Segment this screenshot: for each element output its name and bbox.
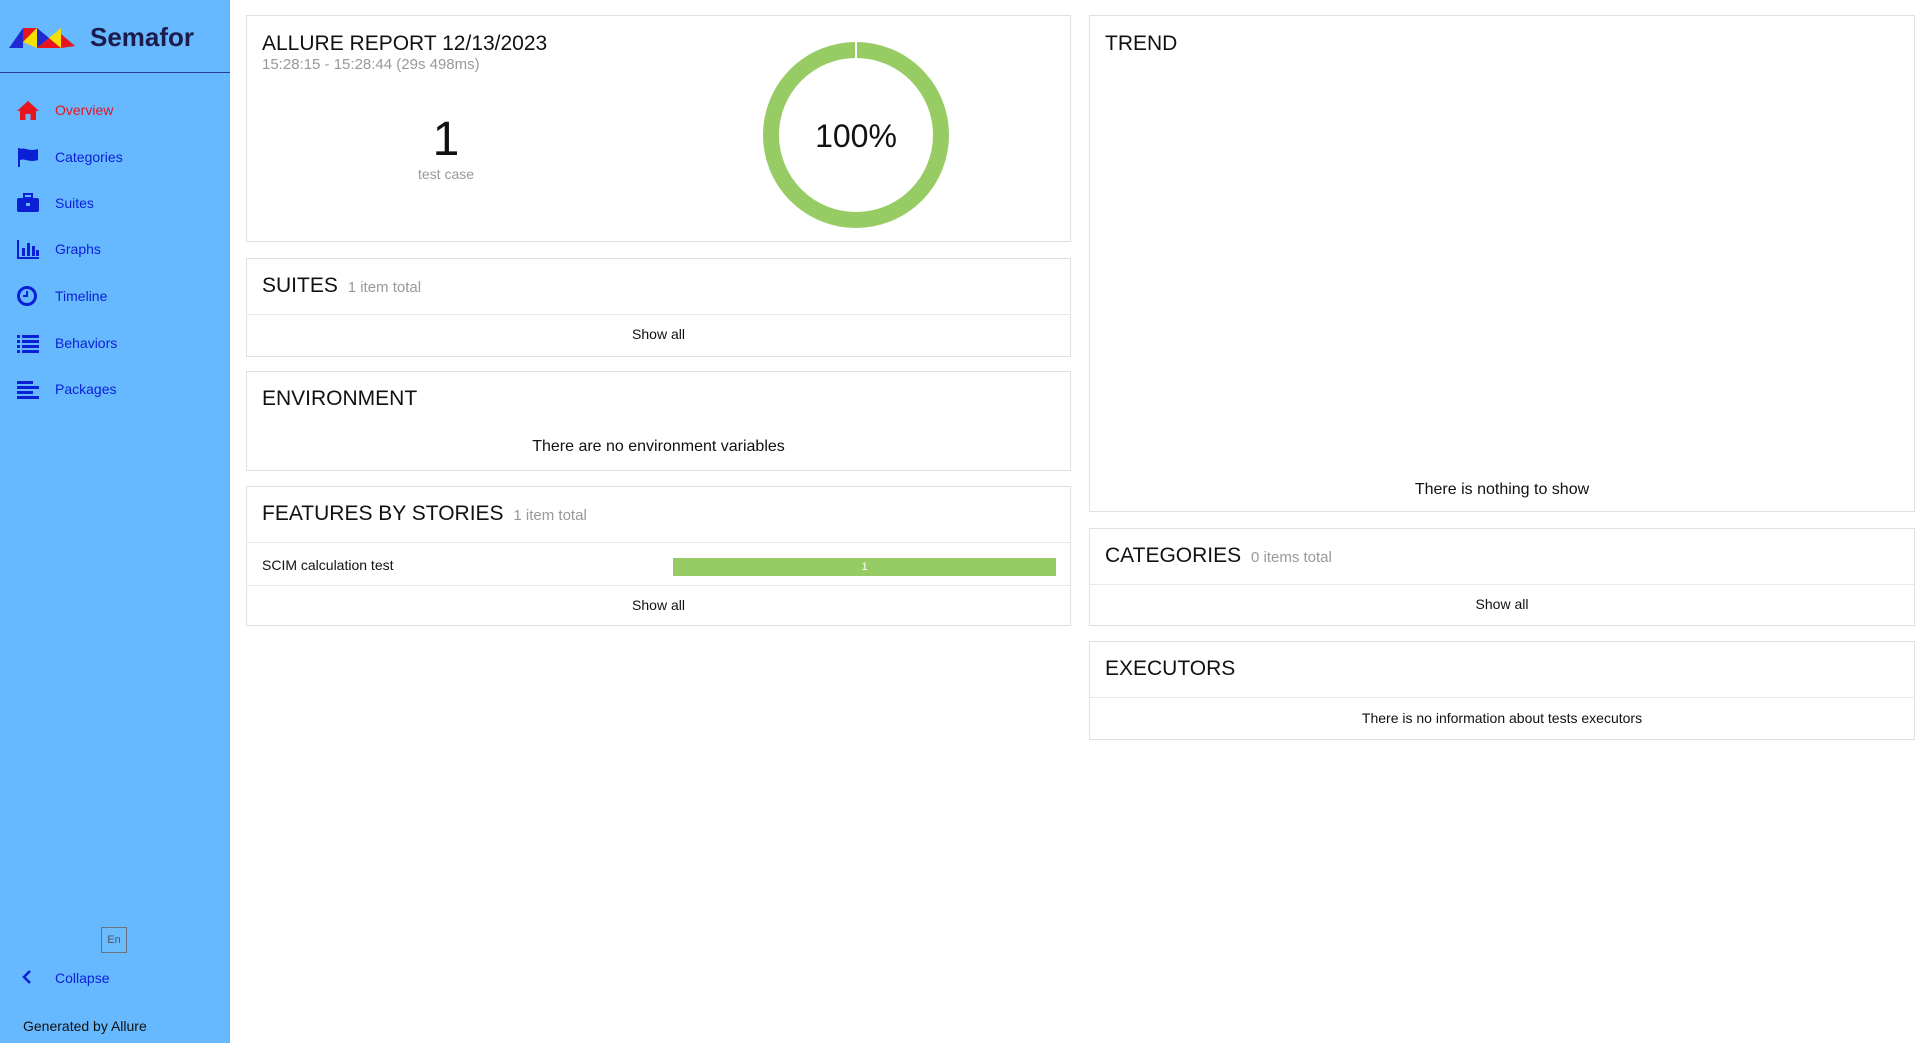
sidebar-item-suites[interactable]: Suites bbox=[0, 181, 230, 225]
collapse-label: Collapse bbox=[55, 970, 110, 986]
feature-name: SCIM calculation test bbox=[262, 557, 394, 573]
sidebar-item-label: Overview bbox=[55, 102, 114, 118]
feature-row[interactable]: SCIM calculation test 1 bbox=[247, 543, 1070, 585]
sidebar-item-timeline[interactable]: Timeline bbox=[0, 274, 230, 318]
categories-show-all-link[interactable]: Show all bbox=[1090, 596, 1914, 612]
sidebar-item-label: Graphs bbox=[55, 241, 101, 257]
features-widget: FEATURES BY STORIES 1 item total SCIM ca… bbox=[246, 486, 1071, 626]
executors-title: EXECUTORS bbox=[1105, 657, 1236, 680]
categories-header: CATEGORIES 0 items total bbox=[1105, 544, 1332, 568]
environment-title: ENVIRONMENT bbox=[262, 387, 418, 410]
sidebar-item-label: Categories bbox=[55, 149, 123, 165]
feature-status-bar: 1 bbox=[673, 558, 1056, 576]
sidebar-item-label: Suites bbox=[55, 195, 94, 211]
brand-name: Semafor bbox=[90, 22, 195, 52]
sidebar-item-graphs[interactable]: Graphs bbox=[0, 227, 230, 271]
suites-title: SUITES bbox=[262, 274, 338, 297]
features-count: 1 item total bbox=[513, 507, 587, 524]
pass-percent-label: 100% bbox=[815, 118, 897, 154]
summary-widget: ALLURE REPORT 12/13/2023 15:28:15 - 15:2… bbox=[246, 15, 1071, 242]
collapse-button[interactable]: Collapse bbox=[0, 955, 230, 999]
brand-header: Semafor bbox=[0, 0, 230, 73]
test-case-count: 1 bbox=[432, 113, 460, 166]
generated-by-text: Generated by Allure bbox=[23, 1018, 147, 1034]
trend-empty-message: There is nothing to show bbox=[1414, 481, 1590, 498]
sidebar-item-label: Packages bbox=[55, 381, 117, 397]
language-button[interactable]: En bbox=[101, 927, 127, 953]
divider bbox=[247, 314, 1070, 315]
sidebar-item-label: Behaviors bbox=[55, 335, 118, 351]
divider bbox=[1090, 697, 1914, 698]
report-title: ALLURE REPORT 12/13/2023 bbox=[262, 32, 548, 55]
chevron-left-icon bbox=[22, 970, 31, 984]
pass-rate-donut[interactable]: 100% bbox=[761, 40, 951, 230]
features-header: FEATURES BY STORIES 1 item total bbox=[262, 502, 587, 526]
sidebar: Semafor Overview Categories Suites Graph… bbox=[0, 0, 230, 1043]
environment-widget: ENVIRONMENT There are no environment var… bbox=[246, 371, 1071, 471]
feature-passed-segment: 1 bbox=[673, 558, 1056, 576]
sidebar-item-categories[interactable]: Categories bbox=[0, 135, 230, 179]
trend-title: TREND bbox=[1105, 32, 1178, 55]
executors-empty-message: There is no information about tests exec… bbox=[1361, 710, 1643, 726]
divider bbox=[247, 585, 1070, 586]
align-left-icon bbox=[17, 381, 39, 399]
sidebar-item-packages[interactable]: Packages bbox=[0, 367, 230, 411]
flag-icon bbox=[18, 148, 38, 167]
suites-header: SUITES 1 item total bbox=[262, 274, 421, 298]
clock-icon bbox=[17, 286, 37, 306]
executors-widget: EXECUTORS There is no information about … bbox=[1089, 641, 1915, 740]
test-case-label: test case bbox=[417, 166, 475, 182]
environment-empty-message: There are no environment variables bbox=[532, 438, 785, 455]
features-show-all-link[interactable]: Show all bbox=[247, 597, 1070, 613]
bar-chart-icon bbox=[17, 240, 39, 259]
list-icon bbox=[17, 335, 39, 353]
suites-show-all-link[interactable]: Show all bbox=[247, 326, 1070, 342]
home-icon bbox=[17, 101, 39, 120]
suites-count: 1 item total bbox=[347, 279, 422, 296]
suites-widget: SUITES 1 item total Show all bbox=[246, 258, 1071, 357]
report-time-range: 15:28:15 - 15:28:44 (29s 498ms) bbox=[262, 56, 480, 73]
sidebar-item-overview[interactable]: Overview bbox=[0, 88, 230, 132]
features-title: FEATURES BY STORIES bbox=[262, 502, 504, 525]
allure-logo-icon bbox=[9, 28, 75, 53]
categories-count: 0 items total bbox=[1250, 549, 1332, 566]
briefcase-icon bbox=[17, 193, 39, 212]
sidebar-item-label: Timeline bbox=[55, 288, 108, 304]
divider bbox=[1090, 584, 1914, 585]
trend-widget: TREND There is nothing to show bbox=[1089, 15, 1915, 512]
categories-title: CATEGORIES bbox=[1105, 544, 1242, 567]
sidebar-item-behaviors[interactable]: Behaviors bbox=[0, 321, 230, 365]
categories-widget: CATEGORIES 0 items total Show all bbox=[1089, 528, 1915, 626]
